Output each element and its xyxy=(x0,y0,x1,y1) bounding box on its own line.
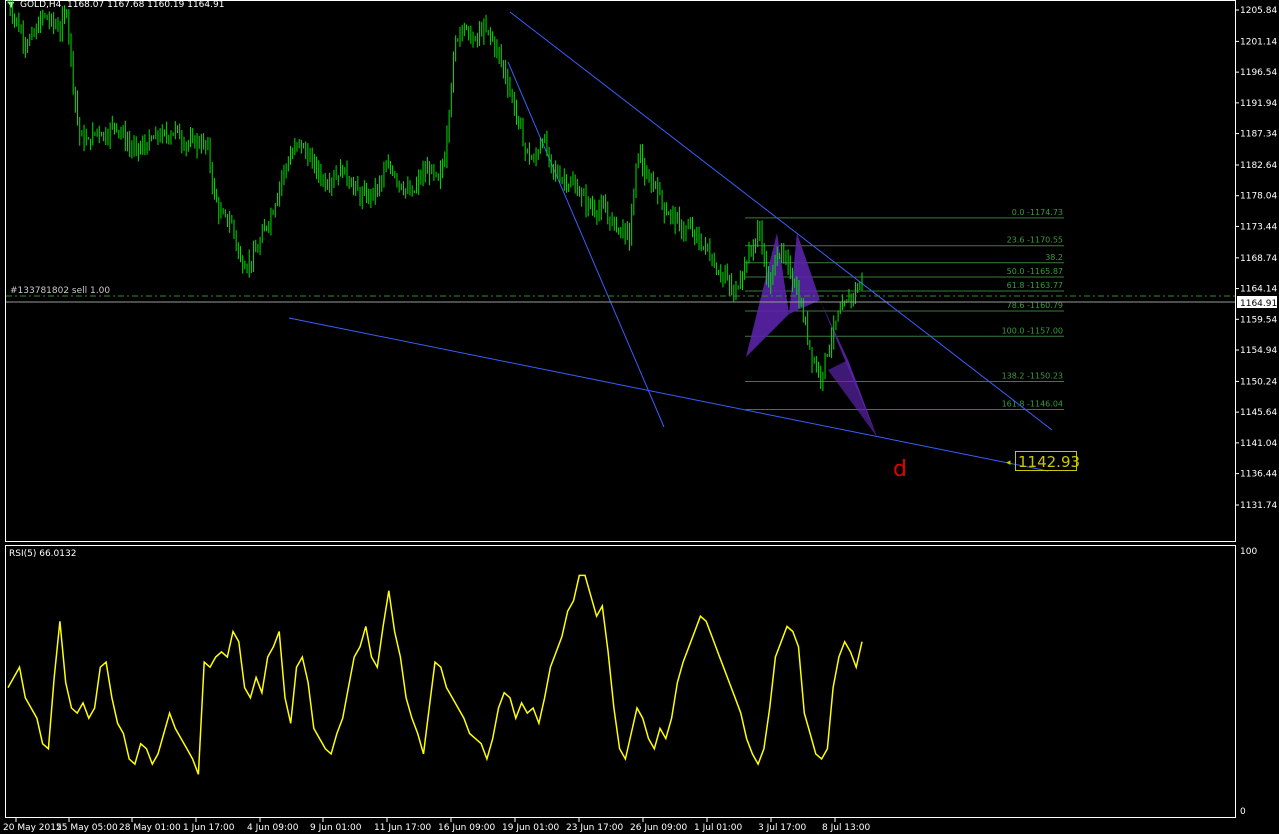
rsi-axis-label: 0 xyxy=(1240,807,1246,817)
pattern-point-d: d xyxy=(893,457,907,482)
price-tick-label: 1187.34 xyxy=(1240,130,1277,140)
price-tick-label: 1164.14 xyxy=(1240,285,1277,295)
time-tick-label: 16 Jun 09:00 xyxy=(438,823,495,833)
fib-level-label: 38.2 xyxy=(1045,253,1063,262)
time-tick-label: 9 Jun 01:00 xyxy=(310,823,362,833)
trendline-upper xyxy=(509,11,1053,431)
price-chart[interactable]: ▼ GOLD,H4 1168.07 1167.68 1160.19 1164.9… xyxy=(0,0,1279,834)
target-price-text: 1142.93 xyxy=(1018,453,1080,471)
price-tick-label: 1191.94 xyxy=(1240,99,1277,109)
rsi-axis-label: 100 xyxy=(1240,547,1257,557)
pattern-xab-triangle xyxy=(746,233,789,357)
price-tick-label: 1201.14 xyxy=(1240,37,1277,47)
current-price-text: 1164.91 xyxy=(1240,299,1277,309)
price-tick-label: 1182.64 xyxy=(1240,161,1277,171)
time-tick-label: 1 Jun 17:00 xyxy=(183,823,235,833)
time-tick-label: 8 Jul 13:00 xyxy=(822,823,871,833)
trendline-steep xyxy=(507,61,665,428)
time-tick-label: 26 Jun 09:00 xyxy=(630,823,687,833)
time-tick-label: 20 May 2015 xyxy=(3,823,62,833)
fib-level-label: 50.0 -1165.87 xyxy=(1007,267,1063,276)
fib-level-label: 161.8 -1146.04 xyxy=(1002,399,1063,408)
price-tick-label: 1205.84 xyxy=(1240,6,1277,16)
order-label: #133781802 sell 1.00 xyxy=(10,286,110,296)
time-tick-label: 4 Jun 09:00 xyxy=(247,823,299,833)
price-tick-label: 1150.24 xyxy=(1240,377,1277,387)
pattern-d-leg xyxy=(828,360,877,437)
price-tick-label: 1168.74 xyxy=(1240,254,1277,264)
target-arrow-icon: ◂ xyxy=(1006,458,1011,468)
ohlc-values: 1168.07 1167.68 1160.19 1164.91 xyxy=(67,0,224,10)
price-tick-label: 1173.44 xyxy=(1240,222,1277,232)
time-tick-label: 19 Jun 01:00 xyxy=(502,823,559,833)
price-tick-label: 1159.54 xyxy=(1240,315,1277,325)
fib-level-label: 0.0 -1174.73 xyxy=(1012,208,1063,217)
rsi-label: RSI(5) 66.0132 xyxy=(9,549,76,559)
symbol-label: GOLD,H4 xyxy=(20,0,62,10)
price-tick-label: 1196.54 xyxy=(1240,68,1277,78)
price-tick-label: 1154.94 xyxy=(1240,346,1277,356)
trendline-lower xyxy=(288,317,1049,472)
price-tick-label: 1145.64 xyxy=(1240,408,1277,418)
time-tick-label: 25 May 05:00 xyxy=(56,823,118,833)
price-tick-label: 1131.74 xyxy=(1240,501,1277,511)
time-tick-label: 3 Jul 17:00 xyxy=(758,823,807,833)
price-tick-label: 1178.04 xyxy=(1240,192,1277,202)
fib-level-label: 23.6 -1170.55 xyxy=(1007,236,1063,245)
time-tick-label: 11 Jun 17:00 xyxy=(374,823,431,833)
time-tick-label: 23 Jun 17:00 xyxy=(566,823,623,833)
rsi-pane-frame xyxy=(5,545,1236,818)
time-tick-label: 1 Jul 01:00 xyxy=(694,823,743,833)
fib-level-label: 61.8 -1163.77 xyxy=(1007,281,1063,290)
price-tick-label: 1141.04 xyxy=(1240,439,1277,449)
price-tick-label: 1136.44 xyxy=(1240,470,1277,480)
menu-arrow-icon[interactable]: ▼ xyxy=(8,0,15,9)
time-tick-label: 28 May 01:00 xyxy=(119,823,181,833)
rsi-line xyxy=(7,574,863,775)
fib-level-label: 100.0 -1157.00 xyxy=(1002,326,1063,335)
fib-level-label: 138.2 -1150.23 xyxy=(1002,371,1063,380)
